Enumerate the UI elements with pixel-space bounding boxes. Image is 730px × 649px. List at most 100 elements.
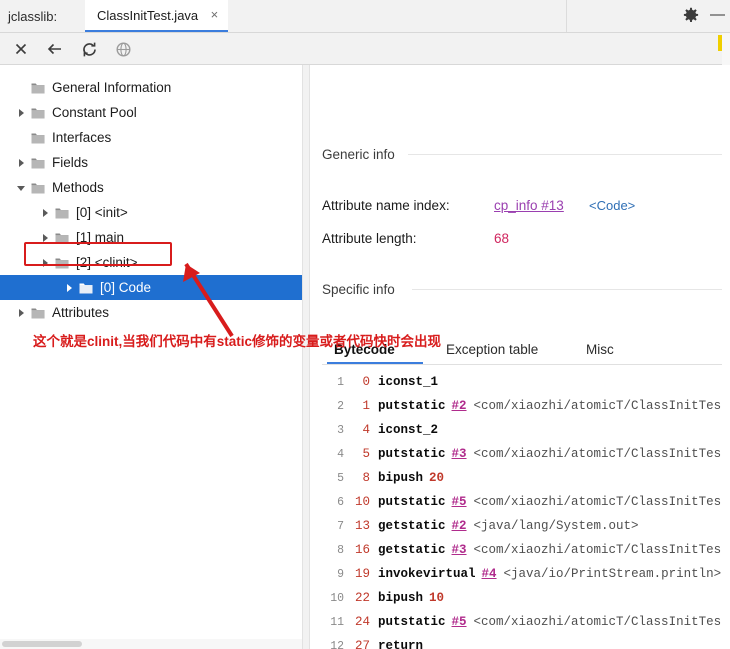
bytecode-mnemonic: return	[378, 639, 424, 649]
bytecode-offset: 8	[362, 471, 370, 485]
divider	[408, 154, 722, 155]
row-number: 5	[337, 471, 344, 485]
row-number: 11	[330, 615, 344, 629]
bytecode-mnemonic: putstatic	[378, 495, 446, 509]
bytecode-offset: 1	[362, 399, 370, 413]
tree-item-label: Constant Pool	[52, 105, 137, 120]
chevron-right-icon[interactable]	[14, 106, 28, 120]
tree-item[interactable]: Fields	[0, 150, 88, 175]
chevron-right-icon[interactable]	[38, 256, 52, 270]
reload-icon[interactable]	[78, 38, 100, 60]
chevron-down-icon[interactable]	[14, 181, 28, 195]
constant-pool-description: <java/lang/System.out>	[473, 519, 639, 533]
tree-item[interactable]: [1] main	[0, 225, 124, 250]
bytecode-row[interactable]: 1 0 iconst_1	[322, 370, 722, 394]
bytecode-row[interactable]: 5 8 bipush 20	[322, 466, 722, 490]
bytecode-offset: 13	[354, 519, 370, 533]
tab-label: Exception table	[446, 342, 539, 357]
attribute-name-index-note: <Code>	[589, 198, 636, 213]
scrollbar-thumb[interactable]	[2, 641, 82, 647]
chevron-right-icon[interactable]	[14, 156, 28, 170]
attribute-length-label: Attribute length:	[322, 231, 417, 246]
constant-pool-description: <com/xiaozhi/atomicT/ClassInitTest.	[473, 495, 722, 509]
toolbar	[0, 33, 730, 65]
bytecode-row[interactable]: 2 1 putstatic #2 <com/xiaozhi/atomicT/ClassI…	[322, 394, 722, 418]
row-number: 3	[337, 423, 344, 437]
bytecode-offset: 5	[362, 447, 370, 461]
tree-horizontal-scrollbar[interactable]	[0, 639, 302, 649]
bytecode-row[interactable]: 3 4 iconst_2	[322, 418, 722, 442]
tree-item[interactable]: [0] Code	[0, 275, 302, 300]
bytecode-row[interactable]: 8 16 getstatic #3 <com/xiaozhi/atomicT/Class…	[322, 538, 722, 562]
constant-pool-description: <java/io/PrintStream.println>	[503, 567, 722, 581]
bytecode-mnemonic: bipush	[378, 471, 424, 485]
constant-pool-link[interactable]: #5	[452, 615, 467, 629]
constant-pool-link[interactable]: #3	[452, 543, 467, 557]
attribute-name-index-label: Attribute name index:	[322, 198, 450, 213]
bytecode-listing[interactable]: 1 0 iconst_1 2 1 putstatic #2 <com/xiaozhi/atom…	[322, 370, 722, 649]
tree-item[interactable]: [2] <clinit>	[0, 250, 138, 275]
chevron-right-icon[interactable]	[38, 231, 52, 245]
row-number: 4	[337, 447, 344, 461]
tree-item[interactable]: Methods	[0, 175, 104, 200]
close-icon[interactable]	[10, 38, 32, 60]
constant-pool-link[interactable]: #5	[452, 495, 467, 509]
bytecode-operand: 10	[429, 591, 445, 605]
bytecode-row[interactable]: 11 24 putstatic #5 <com/xiaozhi/atomicT/Clas…	[322, 610, 722, 634]
class-structure-tree[interactable]: General Information Constant Pool Interfac…	[0, 65, 302, 649]
tab-exception-table[interactable]: Exception table	[446, 335, 538, 364]
bytecode-row[interactable]: 4 5 putstatic #3 <com/xiaozhi/atomicT/ClassI…	[322, 442, 722, 466]
bytecode-row[interactable]: 9 19 invokevirtual #4 <java/io/PrintStream.p…	[322, 562, 722, 586]
tree-item[interactable]: General Information	[0, 75, 171, 100]
panel-splitter[interactable]	[302, 65, 310, 649]
annotation-text: 这个就是clinit,当我们代码中有static修饰的变量或者代码快时会出现	[33, 334, 442, 349]
title-bar: jclasslib: ClassInitTest.java × —	[0, 0, 730, 33]
minimize-button[interactable]: —	[710, 7, 725, 22]
bytecode-mnemonic: putstatic	[378, 399, 446, 413]
attribute-name-index-link[interactable]: cp_info #13	[494, 198, 564, 213]
attribute-length-value: 68	[494, 231, 510, 246]
bytecode-offset: 4	[362, 423, 370, 437]
bytecode-mnemonic: invokevirtual	[378, 567, 476, 581]
row-number: 6	[337, 495, 344, 509]
chevron-right-icon[interactable]	[62, 281, 76, 295]
constant-pool-link[interactable]: #4	[482, 567, 497, 581]
chevron-right-icon[interactable]	[38, 206, 52, 220]
app-label: jclasslib:	[8, 9, 58, 24]
folder-icon	[30, 305, 46, 321]
constant-pool-link[interactable]: #2	[452, 399, 467, 413]
bytecode-row[interactable]: 6 10 putstatic #5 <com/xiaozhi/atomicT/Class…	[322, 490, 722, 514]
constant-pool-link[interactable]: #3	[452, 447, 467, 461]
generic-info-label: Generic info	[322, 147, 395, 162]
bytecode-operand: 20	[429, 471, 445, 485]
tree-item-label: Attributes	[52, 305, 110, 320]
folder-icon	[54, 230, 70, 246]
row-number: 1	[337, 375, 344, 389]
bytecode-mnemonic: iconst_2	[378, 423, 439, 437]
row-number: 10	[330, 591, 344, 605]
row-number: 2	[337, 399, 344, 413]
folder-icon	[78, 280, 94, 296]
close-icon[interactable]: ×	[211, 8, 219, 21]
bytecode-offset: 16	[354, 543, 370, 557]
back-arrow-icon[interactable]	[44, 38, 66, 60]
chevron-right-icon[interactable]	[14, 306, 28, 320]
gear-icon[interactable]	[682, 7, 700, 25]
bytecode-row[interactable]: 12 27 return	[322, 634, 722, 649]
row-number: 9	[337, 567, 344, 581]
tab-misc[interactable]: Misc	[586, 335, 614, 364]
tree-item[interactable]: Interfaces	[0, 125, 111, 150]
tree-item[interactable]: [0] <init>	[0, 200, 128, 225]
constant-pool-link[interactable]: #2	[452, 519, 467, 533]
tree-item[interactable]: Constant Pool	[0, 100, 137, 125]
tree-item[interactable]: Attributes	[0, 300, 109, 325]
editor-tab-classinittest[interactable]: ClassInitTest.java ×	[85, 0, 229, 32]
bytecode-mnemonic: bipush	[378, 591, 424, 605]
constant-pool-description: <com/xiaozhi/atomicT/ClassInitTest.	[473, 447, 722, 461]
bytecode-row[interactable]: 10 22 bipush 10	[322, 586, 722, 610]
constant-pool-description: <com/xiaozhi/atomicT/ClassInitTest.	[473, 615, 722, 629]
browse-globe-icon[interactable]	[112, 38, 134, 60]
bytecode-row[interactable]: 7 13 getstatic #2 <java/lang/System.out>	[322, 514, 722, 538]
